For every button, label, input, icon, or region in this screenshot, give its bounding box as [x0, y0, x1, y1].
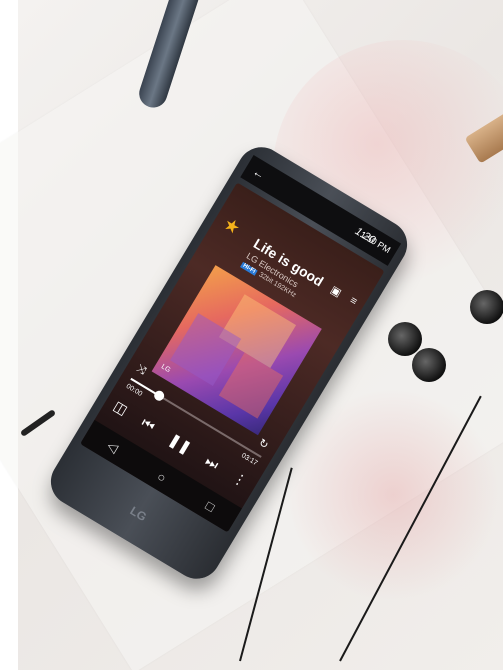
album-art: LG	[151, 265, 322, 436]
album-art-shape	[218, 294, 297, 368]
volume-icon[interactable]: ◫	[110, 397, 131, 418]
photo-scene: ← 1:20 1:50 PM ★ Life is good LG Electro…	[0, 0, 503, 670]
repeat-icon[interactable]: ↻	[256, 436, 271, 452]
pause-icon[interactable]: ❚❚	[166, 430, 194, 457]
earbud-right	[470, 290, 503, 324]
nav-recents-icon[interactable]: □	[203, 497, 217, 514]
nav-home-icon[interactable]: ○	[155, 468, 169, 485]
favorite-star-icon[interactable]: ★	[219, 213, 244, 239]
equalizer-icon[interactable]: ⋮	[229, 469, 250, 491]
nav-back-icon[interactable]: ◁	[104, 438, 121, 457]
album-tag: LG	[159, 363, 172, 375]
earbud-tip	[412, 348, 446, 382]
previous-icon[interactable]: ⏮	[138, 414, 158, 435]
next-icon[interactable]: ⏭	[202, 452, 222, 473]
playlist-icon[interactable]: ≡	[348, 294, 360, 308]
earbud-left	[388, 322, 422, 356]
back-arrow-icon[interactable]: ←	[250, 164, 267, 182]
cast-icon[interactable]: ▣	[328, 283, 344, 300]
shuffle-icon[interactable]: ⤨	[134, 362, 148, 378]
